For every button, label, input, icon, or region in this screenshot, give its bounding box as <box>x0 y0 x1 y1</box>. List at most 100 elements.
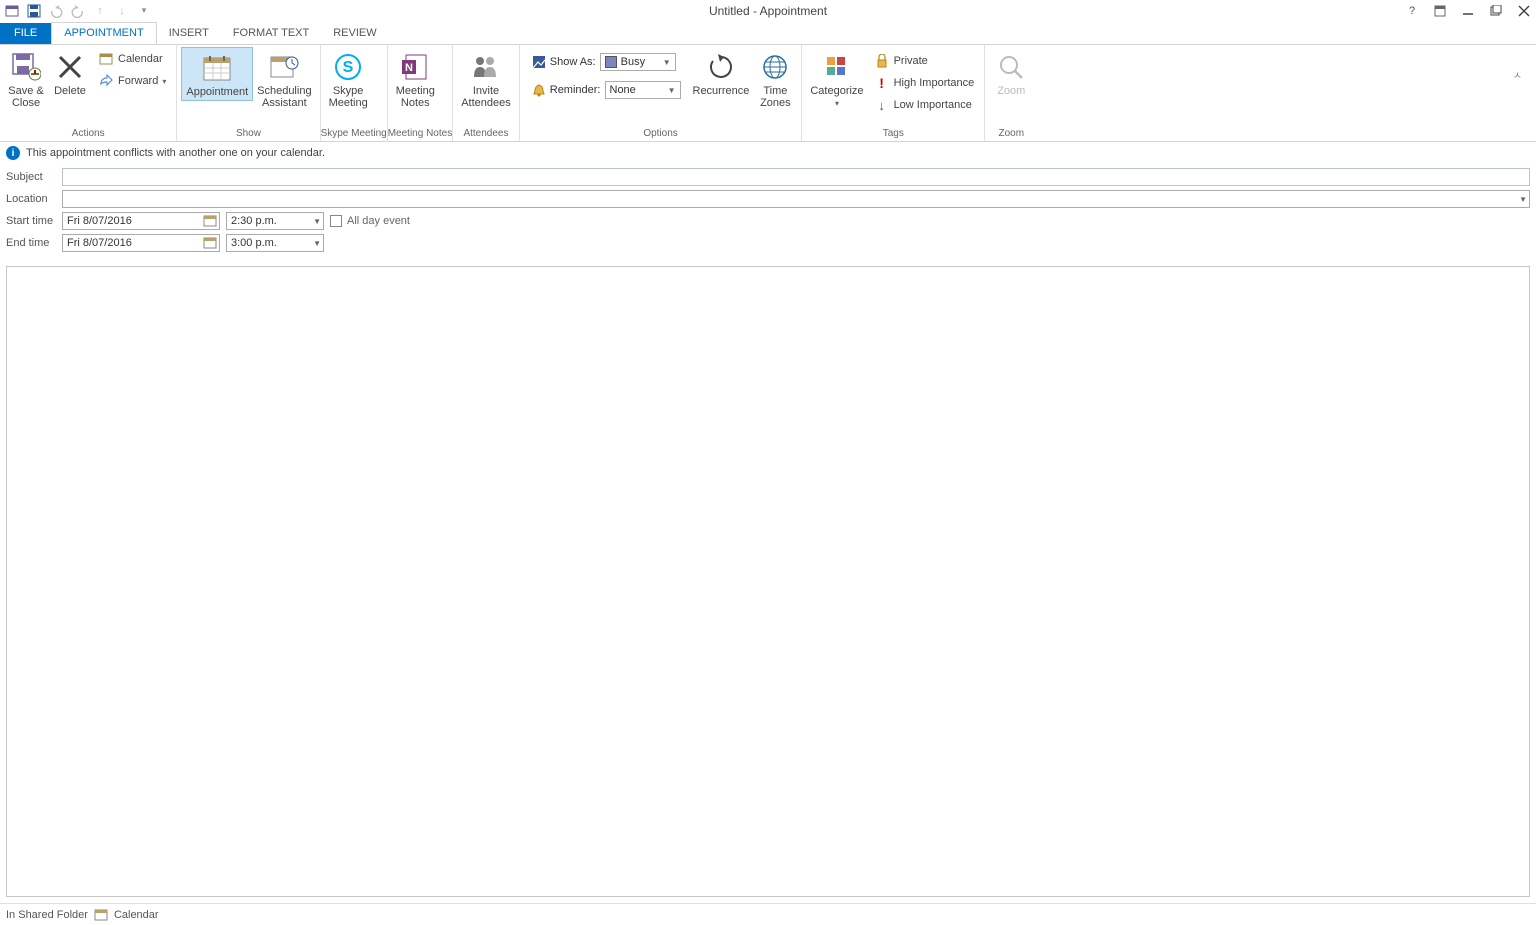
group-actions: Save &Close Delete Calendar Forward ▾ Ac… <box>0 45 177 141</box>
group-zoom: Zoom Zoom <box>985 45 1037 141</box>
skype-meeting-button[interactable]: S SkypeMeeting <box>325 47 372 111</box>
scheduling-assistant-button[interactable]: SchedulingAssistant <box>253 47 315 111</box>
group-skype: S SkypeMeeting Skype Meeting <box>321 45 388 141</box>
minimize-icon[interactable] <box>1460 3 1476 19</box>
next-item-icon[interactable]: ↓ <box>114 3 130 19</box>
forward-dropdown-icon: ▾ <box>162 77 166 86</box>
start-time-label: Start time <box>6 215 62 227</box>
reminder-combo[interactable]: None ▼ <box>605 81 681 99</box>
help-icon[interactable]: ? <box>1404 3 1420 19</box>
ribbon-tabs: FILE APPOINTMENT INSERT FORMAT TEXT REVI… <box>0 21 1536 44</box>
categorize-icon <box>821 51 853 83</box>
showas-icon <box>532 55 546 69</box>
forward-icon <box>98 73 114 89</box>
ribbon: Save &Close Delete Calendar Forward ▾ Ac… <box>0 44 1536 142</box>
chevron-down-icon: ▼ <box>1519 195 1527 204</box>
all-day-label: All day event <box>347 215 410 227</box>
tab-appointment[interactable]: APPOINTMENT <box>51 22 156 45</box>
time-zones-button[interactable]: TimeZones <box>753 47 797 111</box>
ribbon-display-icon[interactable] <box>1432 3 1448 19</box>
quick-access-toolbar: ↑ ↓ ▾ <box>4 3 152 19</box>
copy-to-calendar-button[interactable]: Calendar <box>96 49 168 69</box>
high-importance-button[interactable]: ! High Importance <box>872 73 977 93</box>
maximize-icon[interactable] <box>1488 3 1504 19</box>
calendar-app-icon[interactable] <box>4 3 20 19</box>
subject-input[interactable] <box>62 168 1530 186</box>
info-icon: i <box>6 146 20 160</box>
high-importance-icon: ! <box>874 75 890 91</box>
tab-format-text[interactable]: FORMAT TEXT <box>221 23 321 44</box>
appointment-view-button[interactable]: Appointment <box>181 47 253 101</box>
end-time-label: End time <box>6 237 62 249</box>
zoom-icon <box>995 51 1027 83</box>
tab-review[interactable]: REVIEW <box>321 23 388 44</box>
categorize-button[interactable]: Categorize▾ <box>806 47 867 112</box>
low-importance-icon: ↓ <box>874 97 890 113</box>
scheduling-icon <box>268 51 300 83</box>
group-attendees: InviteAttendees Attendees <box>453 45 520 141</box>
end-time-combo[interactable]: 3:00 p.m. ▼ <box>226 234 324 252</box>
status-bar: In Shared Folder Calendar <box>0 903 1536 925</box>
qat-customize-icon[interactable]: ▾ <box>136 3 152 19</box>
save-icon[interactable] <box>26 3 42 19</box>
prev-item-icon[interactable]: ↑ <box>92 3 108 19</box>
group-show: Appointment SchedulingAssistant Show <box>177 45 320 141</box>
tab-insert[interactable]: INSERT <box>157 23 221 44</box>
undo-icon[interactable] <box>48 3 64 19</box>
shared-folder-label: In Shared Folder <box>6 909 88 921</box>
reminder-label: Reminder: <box>550 84 601 96</box>
svg-text:S: S <box>343 59 354 76</box>
appointment-view-icon <box>201 52 233 84</box>
save-close-button[interactable]: Save &Close <box>4 47 48 111</box>
window-title: Untitled - Appointment <box>709 4 827 18</box>
forward-button[interactable]: Forward ▾ <box>96 71 168 91</box>
delete-button[interactable]: Delete <box>48 47 92 99</box>
tab-file[interactable]: FILE <box>0 23 51 44</box>
end-date-input[interactable]: Fri 8/07/2016 <box>62 234 220 252</box>
onenote-icon: N <box>399 51 431 83</box>
chevron-down-icon: ▼ <box>666 86 678 95</box>
group-options: Show As: Busy ▼ Reminder: None ▼ <box>520 45 803 141</box>
recurrence-button[interactable]: Recurrence <box>689 47 754 99</box>
low-importance-button[interactable]: ↓ Low Importance <box>872 95 977 115</box>
appointment-body-editor[interactable] <box>6 266 1530 897</box>
showas-combo[interactable]: Busy ▼ <box>600 53 676 71</box>
redo-icon[interactable] <box>70 3 86 19</box>
close-icon[interactable] <box>1516 3 1532 19</box>
delete-icon <box>54 51 86 83</box>
calendar-small-icon <box>98 51 114 67</box>
reminder-icon <box>532 83 546 97</box>
all-day-checkbox[interactable] <box>330 215 342 227</box>
zoom-button[interactable]: Zoom <box>989 47 1033 99</box>
private-button[interactable]: Private <box>872 51 977 71</box>
save-close-label-2: Close <box>12 97 40 109</box>
start-date-input[interactable]: Fri 8/07/2016 <box>62 212 220 230</box>
title-bar: ↑ ↓ ▾ Untitled - Appointment ? <box>0 0 1536 21</box>
group-notes: N MeetingNotes Meeting Notes <box>388 45 453 141</box>
appointment-form: Subject Location ▼ Start time Fri 8/07/2… <box>0 164 1536 260</box>
location-label: Location <box>6 193 62 205</box>
conflict-message: This appointment conflicts with another … <box>26 147 325 159</box>
save-close-icon <box>10 51 42 83</box>
busy-swatch-icon <box>605 56 617 68</box>
svg-text:N: N <box>405 62 413 74</box>
conflict-info-bar: i This appointment conflicts with anothe… <box>0 142 1536 164</box>
recurrence-icon <box>705 51 737 83</box>
meeting-notes-button[interactable]: N MeetingNotes <box>392 47 439 111</box>
save-close-label-1: Save & <box>8 85 43 97</box>
location-input[interactable]: ▼ <box>62 190 1530 208</box>
chevron-down-icon: ▼ <box>661 58 673 67</box>
attendees-icon <box>470 51 502 83</box>
invite-attendees-button[interactable]: InviteAttendees <box>457 47 515 111</box>
globe-icon <box>759 51 791 83</box>
lock-icon <box>874 53 890 69</box>
collapse-ribbon-icon[interactable]: ㅅ <box>1509 65 1526 139</box>
chevron-down-icon: ▼ <box>313 239 321 248</box>
calendar-folder-icon <box>94 908 108 922</box>
start-time-combo[interactable]: 2:30 p.m. ▼ <box>226 212 324 230</box>
calendar-picker-icon <box>203 236 217 250</box>
folder-name: Calendar <box>114 909 159 921</box>
chevron-down-icon: ▼ <box>313 217 321 226</box>
skype-icon: S <box>332 51 364 83</box>
calendar-picker-icon <box>203 214 217 228</box>
